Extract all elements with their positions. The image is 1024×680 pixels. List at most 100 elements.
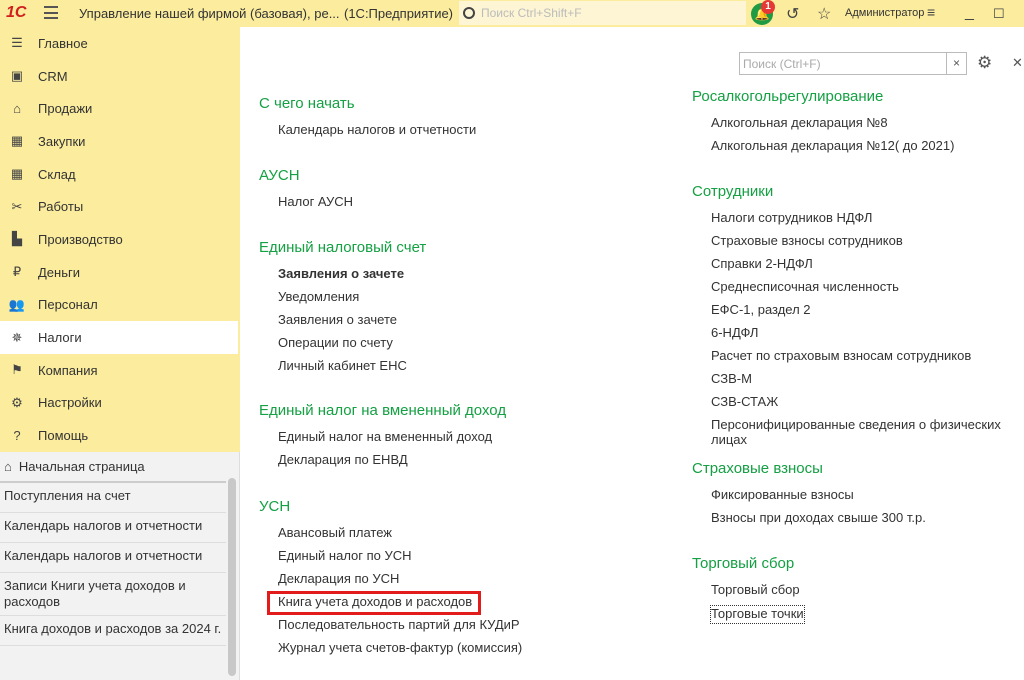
- section-link[interactable]: Торговые точки: [710, 605, 805, 624]
- section-link[interactable]: Справки 2-НДФЛ: [692, 256, 1024, 279]
- sidebar-item[interactable]: ₽ Деньги: [0, 256, 240, 289]
- section-link[interactable]: СЗВ-СТАЖ: [692, 394, 1024, 417]
- sidebar-item[interactable]: ✂ Работы: [0, 190, 240, 223]
- section-link[interactable]: Алкогольная декларация №12( до 2021): [692, 138, 954, 161]
- section-link[interactable]: Операции по счету: [259, 335, 426, 358]
- section-link[interactable]: СЗВ-М: [692, 371, 1024, 394]
- tools-icon: ✂: [11, 198, 23, 214]
- open-window-item[interactable]: Календарь налогов и отчетности: [0, 543, 226, 573]
- open-windows-panel: ⌂ Начальная страница Поступления на счет К…: [0, 452, 240, 680]
- section-group: Единый налоговый счет Заявления о зачете У…: [259, 239, 426, 381]
- settings-menu-icon[interactable]: ≡: [927, 4, 935, 20]
- section-title: Торговый сбор: [692, 555, 795, 572]
- section-group: Росалкогольрегулирование Алкогольная декл…: [692, 88, 954, 161]
- section-title: Сотрудники: [692, 183, 774, 200]
- sidebar-item[interactable]: ▣ CRM: [0, 60, 240, 93]
- star-icon[interactable]: ☆: [817, 4, 831, 24]
- open-window-item[interactable]: Поступления на счет: [0, 483, 226, 513]
- clear-icon[interactable]: ×: [946, 53, 966, 74]
- section-link[interactable]: 6-НДФЛ: [692, 325, 1024, 348]
- warehouse-icon: ▦: [10, 166, 24, 182]
- gear-icon[interactable]: ⚙: [977, 53, 992, 73]
- basket-icon: ⌂: [13, 101, 21, 117]
- section-group: УСН Авансовый платеж Единый налог по УСН Де…: [259, 498, 522, 663]
- sections-panel: ☰ Главное ▣ CRM ⌂ Продажи ▦ Закупки ▦ Склад ✂ Работ…: [0, 27, 240, 452]
- contact-card-icon: ▣: [10, 68, 24, 84]
- history-icon[interactable]: ↺: [786, 4, 799, 24]
- section-link[interactable]: Налоги сотрудников НДФЛ: [692, 210, 1024, 233]
- sidebar-item[interactable]: ⚑ Компания: [0, 354, 240, 387]
- help-icon: ?: [13, 428, 21, 444]
- section-link[interactable]: Уведомления: [259, 289, 426, 312]
- search-icon: [463, 7, 475, 19]
- ruble-icon: ₽: [12, 264, 22, 280]
- sidebar-item[interactable]: ▦ Склад: [0, 158, 240, 191]
- minimize-icon[interactable]: _: [965, 4, 974, 22]
- section-title: Страховые взносы: [692, 460, 823, 477]
- section-link[interactable]: Алкогольная декларация №8: [692, 115, 954, 138]
- scrollbar[interactable]: [228, 478, 236, 676]
- menu-icon[interactable]: [44, 6, 58, 19]
- section-link[interactable]: Налог АУСН: [259, 194, 353, 217]
- section-title: Единый налоговый счет: [259, 239, 427, 256]
- title-bar: 1С Управление нашей фирмой (базовая), ре…: [0, 0, 1024, 27]
- list-icon: ☰: [11, 35, 23, 51]
- 1c-logo: 1С: [6, 4, 27, 21]
- flag-icon: ⚑: [11, 362, 23, 378]
- user-name[interactable]: Администратор: [845, 7, 924, 19]
- maximize-icon[interactable]: ☐: [993, 6, 1005, 22]
- close-icon[interactable]: ✕: [1012, 55, 1023, 71]
- sidebar-item[interactable]: ✵ Налоги: [0, 321, 238, 354]
- sidebar-item[interactable]: ☰ Главное: [0, 27, 240, 60]
- section-link[interactable]: Торговый сбор: [692, 582, 804, 605]
- section-link[interactable]: Последовательность партий для КУДиР: [259, 617, 522, 640]
- home-page-item[interactable]: ⌂ Начальная страница: [0, 452, 226, 483]
- section-link[interactable]: Страховые взносы сотрудников: [692, 233, 1024, 256]
- cart-icon: ▦: [10, 133, 24, 149]
- section-title: Росалкогольрегулирование: [692, 88, 884, 105]
- section-link[interactable]: Заявления о зачете: [259, 266, 426, 289]
- section-title: АУСН: [259, 167, 300, 184]
- home-icon: ⌂: [4, 459, 12, 474]
- section-link[interactable]: Декларация по ЕНВД: [259, 452, 506, 475]
- section-group: С чего начать Календарь налогов и отчетно…: [259, 95, 476, 145]
- section-search-input[interactable]: Поиск (Ctrl+F) ×: [739, 52, 967, 75]
- sidebar-item[interactable]: ⚙ Настройки: [0, 387, 240, 420]
- section-link[interactable]: Единый налог по УСН: [259, 548, 522, 571]
- sidebar-item[interactable]: ⌂ Продажи: [0, 92, 240, 125]
- people-icon: 👥: [8, 296, 26, 312]
- section-link[interactable]: Заявления о зачете: [259, 312, 426, 335]
- section-title: УСН: [259, 498, 291, 515]
- open-window-item[interactable]: Календарь налогов и отчетности: [0, 513, 226, 543]
- section-title: С чего начать: [259, 95, 355, 112]
- section-link[interactable]: Календарь налогов и отчетности: [259, 122, 476, 145]
- section-group: Страховые взносы Фиксированные взносы Взно…: [692, 460, 926, 533]
- section-link[interactable]: Среднесписочная численность: [692, 279, 1024, 302]
- app-title: Управление нашей фирмой (базовая), ре...: [79, 6, 340, 21]
- global-search-input[interactable]: Поиск Ctrl+Shift+F: [459, 1, 746, 25]
- section-group: АУСН Налог АУСН: [259, 167, 353, 217]
- open-window-item[interactable]: Книга доходов и расходов за 2024 г.: [0, 616, 226, 646]
- section-link[interactable]: Журнал учета счетов-фактур (комиссия): [259, 640, 522, 663]
- section-link[interactable]: Личный кабинет ЕНС: [259, 358, 426, 381]
- section-link[interactable]: Взносы при доходах свыше 300 т.р.: [692, 510, 926, 533]
- section-link[interactable]: Фиксированные взносы: [692, 487, 926, 510]
- section-link[interactable]: Авансовый платеж: [259, 525, 522, 548]
- section-group: Сотрудники Налоги сотрудников НДФЛ Страхов…: [692, 183, 1024, 447]
- sidebar-item[interactable]: ▦ Закупки: [0, 125, 240, 158]
- section-link[interactable]: Единый налог на вмененный доход: [259, 429, 506, 452]
- section-link[interactable]: Расчет по страховым взносам сотрудников: [692, 348, 1024, 371]
- section-link[interactable]: Персонифицированные сведения о физически…: [692, 417, 1024, 447]
- section-group: Единый налог на вмененный доход Единый на…: [259, 402, 506, 475]
- sidebar-item[interactable]: 👥 Персонал: [0, 289, 240, 322]
- platform-label: (1С:Предприятие): [344, 6, 454, 21]
- highlight-box: [267, 591, 481, 615]
- sidebar-item[interactable]: ▙ Производство: [0, 223, 240, 256]
- eagle-icon: ✵: [11, 329, 23, 345]
- section-link[interactable]: ЕФС-1, раздел 2: [692, 302, 1024, 325]
- factory-icon: ▙: [12, 231, 22, 247]
- open-window-item[interactable]: Записи Книги учета доходов и расходов: [0, 573, 226, 616]
- gear-icon: ⚙: [11, 394, 23, 410]
- sidebar-item[interactable]: ? Помощь: [0, 419, 240, 452]
- section-group: Торговый сбор Торговый сбор Торговые точки: [692, 555, 805, 624]
